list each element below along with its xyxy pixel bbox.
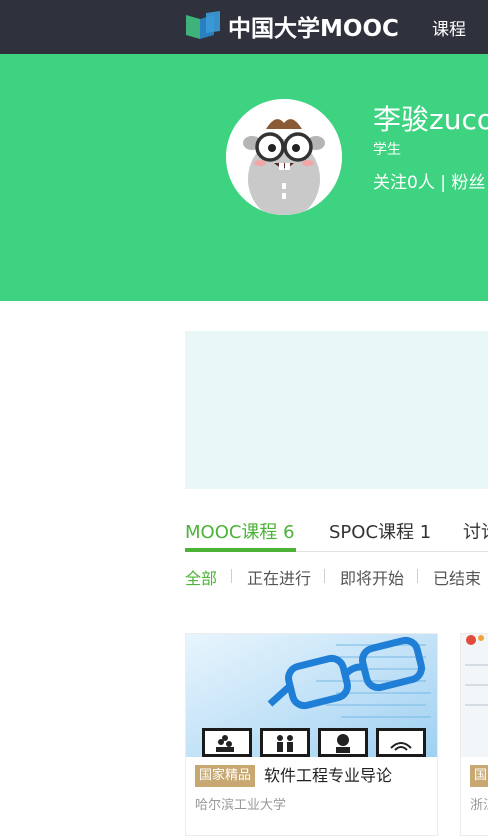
national-quality-badge: 国家精品 xyxy=(195,765,256,787)
course-school[interactable]: 哈尔滨工业大学 xyxy=(195,794,286,813)
profile-banner: 李骏zuco 学生 关注0人 | 粉丝 xyxy=(0,54,488,301)
course-school[interactable]: 浙江 xyxy=(470,794,488,813)
course-tabs: MOOC课程 6 SPOC课程 1 讨论 xyxy=(185,510,488,552)
course-cover-art-icon xyxy=(461,634,488,757)
course-cover-image[interactable] xyxy=(461,634,488,757)
follow-stats[interactable]: 关注0人 | 粉丝 xyxy=(373,168,485,193)
filter-ongoing[interactable]: 正在进行 xyxy=(247,565,311,589)
mascot-avatar-icon xyxy=(226,99,342,215)
course-title[interactable]: 软件工程专业导论 xyxy=(264,765,392,787)
profile-role: 学生 xyxy=(373,142,401,158)
tab-spoc[interactable]: SPOC课程 1 xyxy=(329,518,431,544)
course-card[interactable]: 国家精品 软件工程专业导论 哈尔滨工业大学 xyxy=(185,633,438,836)
glasses-computers-cover-icon xyxy=(186,634,437,757)
active-tab-indicator xyxy=(185,548,296,552)
tab-discussion[interactable]: 讨论 xyxy=(463,518,488,544)
filter-upcoming[interactable]: 即将开始 xyxy=(340,565,404,589)
filter-ended[interactable]: 已结束 xyxy=(433,565,481,589)
national-quality-badge: 国 xyxy=(470,765,488,787)
site-logo[interactable]: 中国大学MOOC xyxy=(184,10,399,42)
filter-divider xyxy=(231,569,232,583)
avatar[interactable] xyxy=(226,99,342,215)
logo-book-icon xyxy=(186,11,220,39)
tab-mooc[interactable]: MOOC课程 6 xyxy=(185,518,295,544)
top-nav: 中国大学MOOC 课程 xyxy=(0,0,488,54)
profile-name: 李骏zuco xyxy=(373,103,488,136)
info-panel xyxy=(185,331,488,489)
course-cover-image[interactable] xyxy=(186,634,437,757)
course-card[interactable]: 国 浙江 xyxy=(460,633,488,836)
nav-course-link[interactable]: 课程 xyxy=(432,15,466,40)
logo-text: 中国大学MOOC xyxy=(228,16,399,42)
filter-divider xyxy=(417,569,418,583)
filter-all[interactable]: 全部 xyxy=(185,565,217,589)
filter-divider xyxy=(324,569,325,583)
